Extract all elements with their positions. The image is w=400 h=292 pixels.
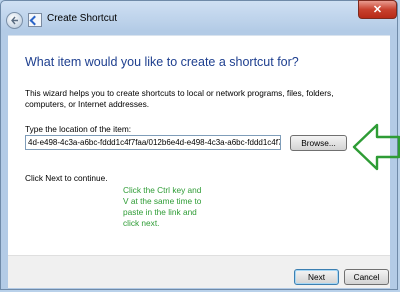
location-label: Type the location of the item: (25, 124, 132, 134)
next-hint: Click Next to continue. (25, 173, 108, 183)
title-bar: Create Shortcut ✕ (1, 0, 397, 35)
page-title: What item would you like to create a sho… (25, 55, 299, 69)
next-button[interactable]: Next (294, 269, 339, 285)
annotation-line: paste in the link and (123, 207, 197, 217)
annotation-line: click next. (123, 218, 160, 228)
close-button[interactable]: ✕ (358, 0, 397, 19)
wizard-footer: Next Cancel (8, 255, 390, 288)
window-title: Create Shortcut (47, 13, 118, 24)
close-icon: ✕ (372, 4, 383, 16)
location-input[interactable]: 4d-e498-4c3a-a6bc-fddd1c4f7faa/012b6e4d-… (25, 135, 281, 150)
instruction-annotation: Click the Ctrl key and V at the same tim… (123, 185, 233, 229)
wizard-description: This wizard helps you to create shortcut… (25, 88, 334, 109)
browse-button[interactable]: Browse... (290, 135, 347, 151)
cancel-button[interactable]: Cancel (344, 269, 389, 285)
annotation-line: V at the same time to (123, 196, 202, 206)
shortcut-app-icon (28, 13, 42, 27)
annotation-line: Click the Ctrl key and (123, 185, 202, 195)
wizard-content: What item would you like to create a sho… (8, 35, 400, 256)
create-shortcut-window: Create Shortcut ✕ What item would you li… (0, 0, 400, 290)
left-arrow-icon (352, 123, 400, 171)
back-button[interactable] (6, 12, 23, 29)
back-arrow-icon (11, 16, 18, 25)
